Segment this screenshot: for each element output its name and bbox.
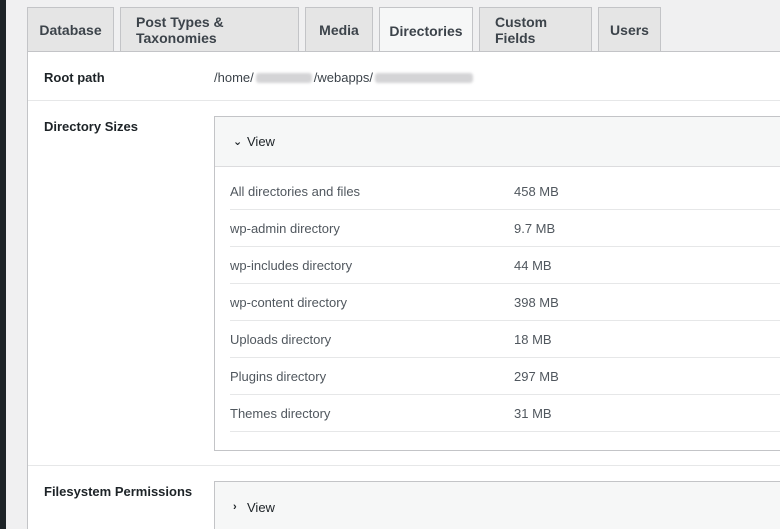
directory-size: 297 MB [514,368,559,384]
directory-name: Plugins directory [230,368,327,384]
row-divider [28,465,780,466]
directory-size-list: All directories and files 458 MB wp-admi… [215,167,780,448]
tab-post-types-taxonomies[interactable]: Post Types & Taxonomies [120,7,299,52]
directory-size-row: Themes directory 31 MB [230,395,780,432]
directory-size: 18 MB [514,331,552,347]
filesystem-permissions-toggle[interactable]: › View [215,482,780,529]
redacted-app-name [375,72,474,83]
directory-size-row: wp-includes directory 44 MB [230,247,780,284]
settings-tabs: Database Post Types & Taxonomies Media D… [27,7,667,53]
directory-size: 398 MB [514,294,559,310]
directory-name: Uploads directory [230,331,332,347]
directory-size: 44 MB [514,257,552,273]
filesystem-permissions-box: › View [214,481,780,529]
directory-size: 9.7 MB [514,220,556,236]
directory-size: 458 MB [514,183,559,199]
directory-size-row: wp-content directory 398 MB [230,284,780,321]
directory-name: Themes directory [230,405,331,421]
directory-sizes-toggle[interactable]: ⌄ View [215,117,780,167]
directory-size-row: Plugins directory 297 MB [230,358,780,395]
directory-name: wp-admin directory [230,220,340,236]
directory-size: 31 MB [514,405,552,421]
root-path-prefix: /home/ [214,70,254,85]
directory-sizes-box: ⌄ View All directories and files 458 MB … [214,116,780,451]
directory-size-row: All directories and files 458 MB [230,173,780,210]
directory-size-row: Uploads directory 18 MB [230,321,780,358]
tab-directories[interactable]: Directories [379,7,473,53]
admin-sidebar-edge [0,0,6,529]
chevron-right-icon: › [233,501,237,513]
root-path-label: Root path [44,70,105,85]
directory-name: wp-includes directory [230,257,353,273]
redacted-username [255,72,312,83]
row-divider [28,100,780,101]
directories-panel: Root path /home/ /webapps/ Directory Siz… [27,51,780,529]
root-path-value: /home/ /webapps/ [214,70,475,85]
tab-database[interactable]: Database [27,7,114,52]
filesystem-permissions-label: Filesystem Permissions [44,484,193,499]
directory-size-row: wp-admin directory 9.7 MB [230,210,780,247]
directory-sizes-label: Directory Sizes [44,119,138,134]
tab-users[interactable]: Users [598,7,661,52]
directory-sizes-toggle-label: View [247,134,275,149]
directory-name: All directories and files [230,183,361,199]
chevron-down-icon: ⌄ [233,136,243,148]
root-path-middle: /webapps/ [313,70,374,85]
directory-name: wp-content directory [230,294,348,310]
tab-custom-fields[interactable]: Custom Fields [479,7,592,52]
filesystem-permissions-toggle-label: View [247,499,275,515]
tab-media[interactable]: Media [305,7,373,52]
